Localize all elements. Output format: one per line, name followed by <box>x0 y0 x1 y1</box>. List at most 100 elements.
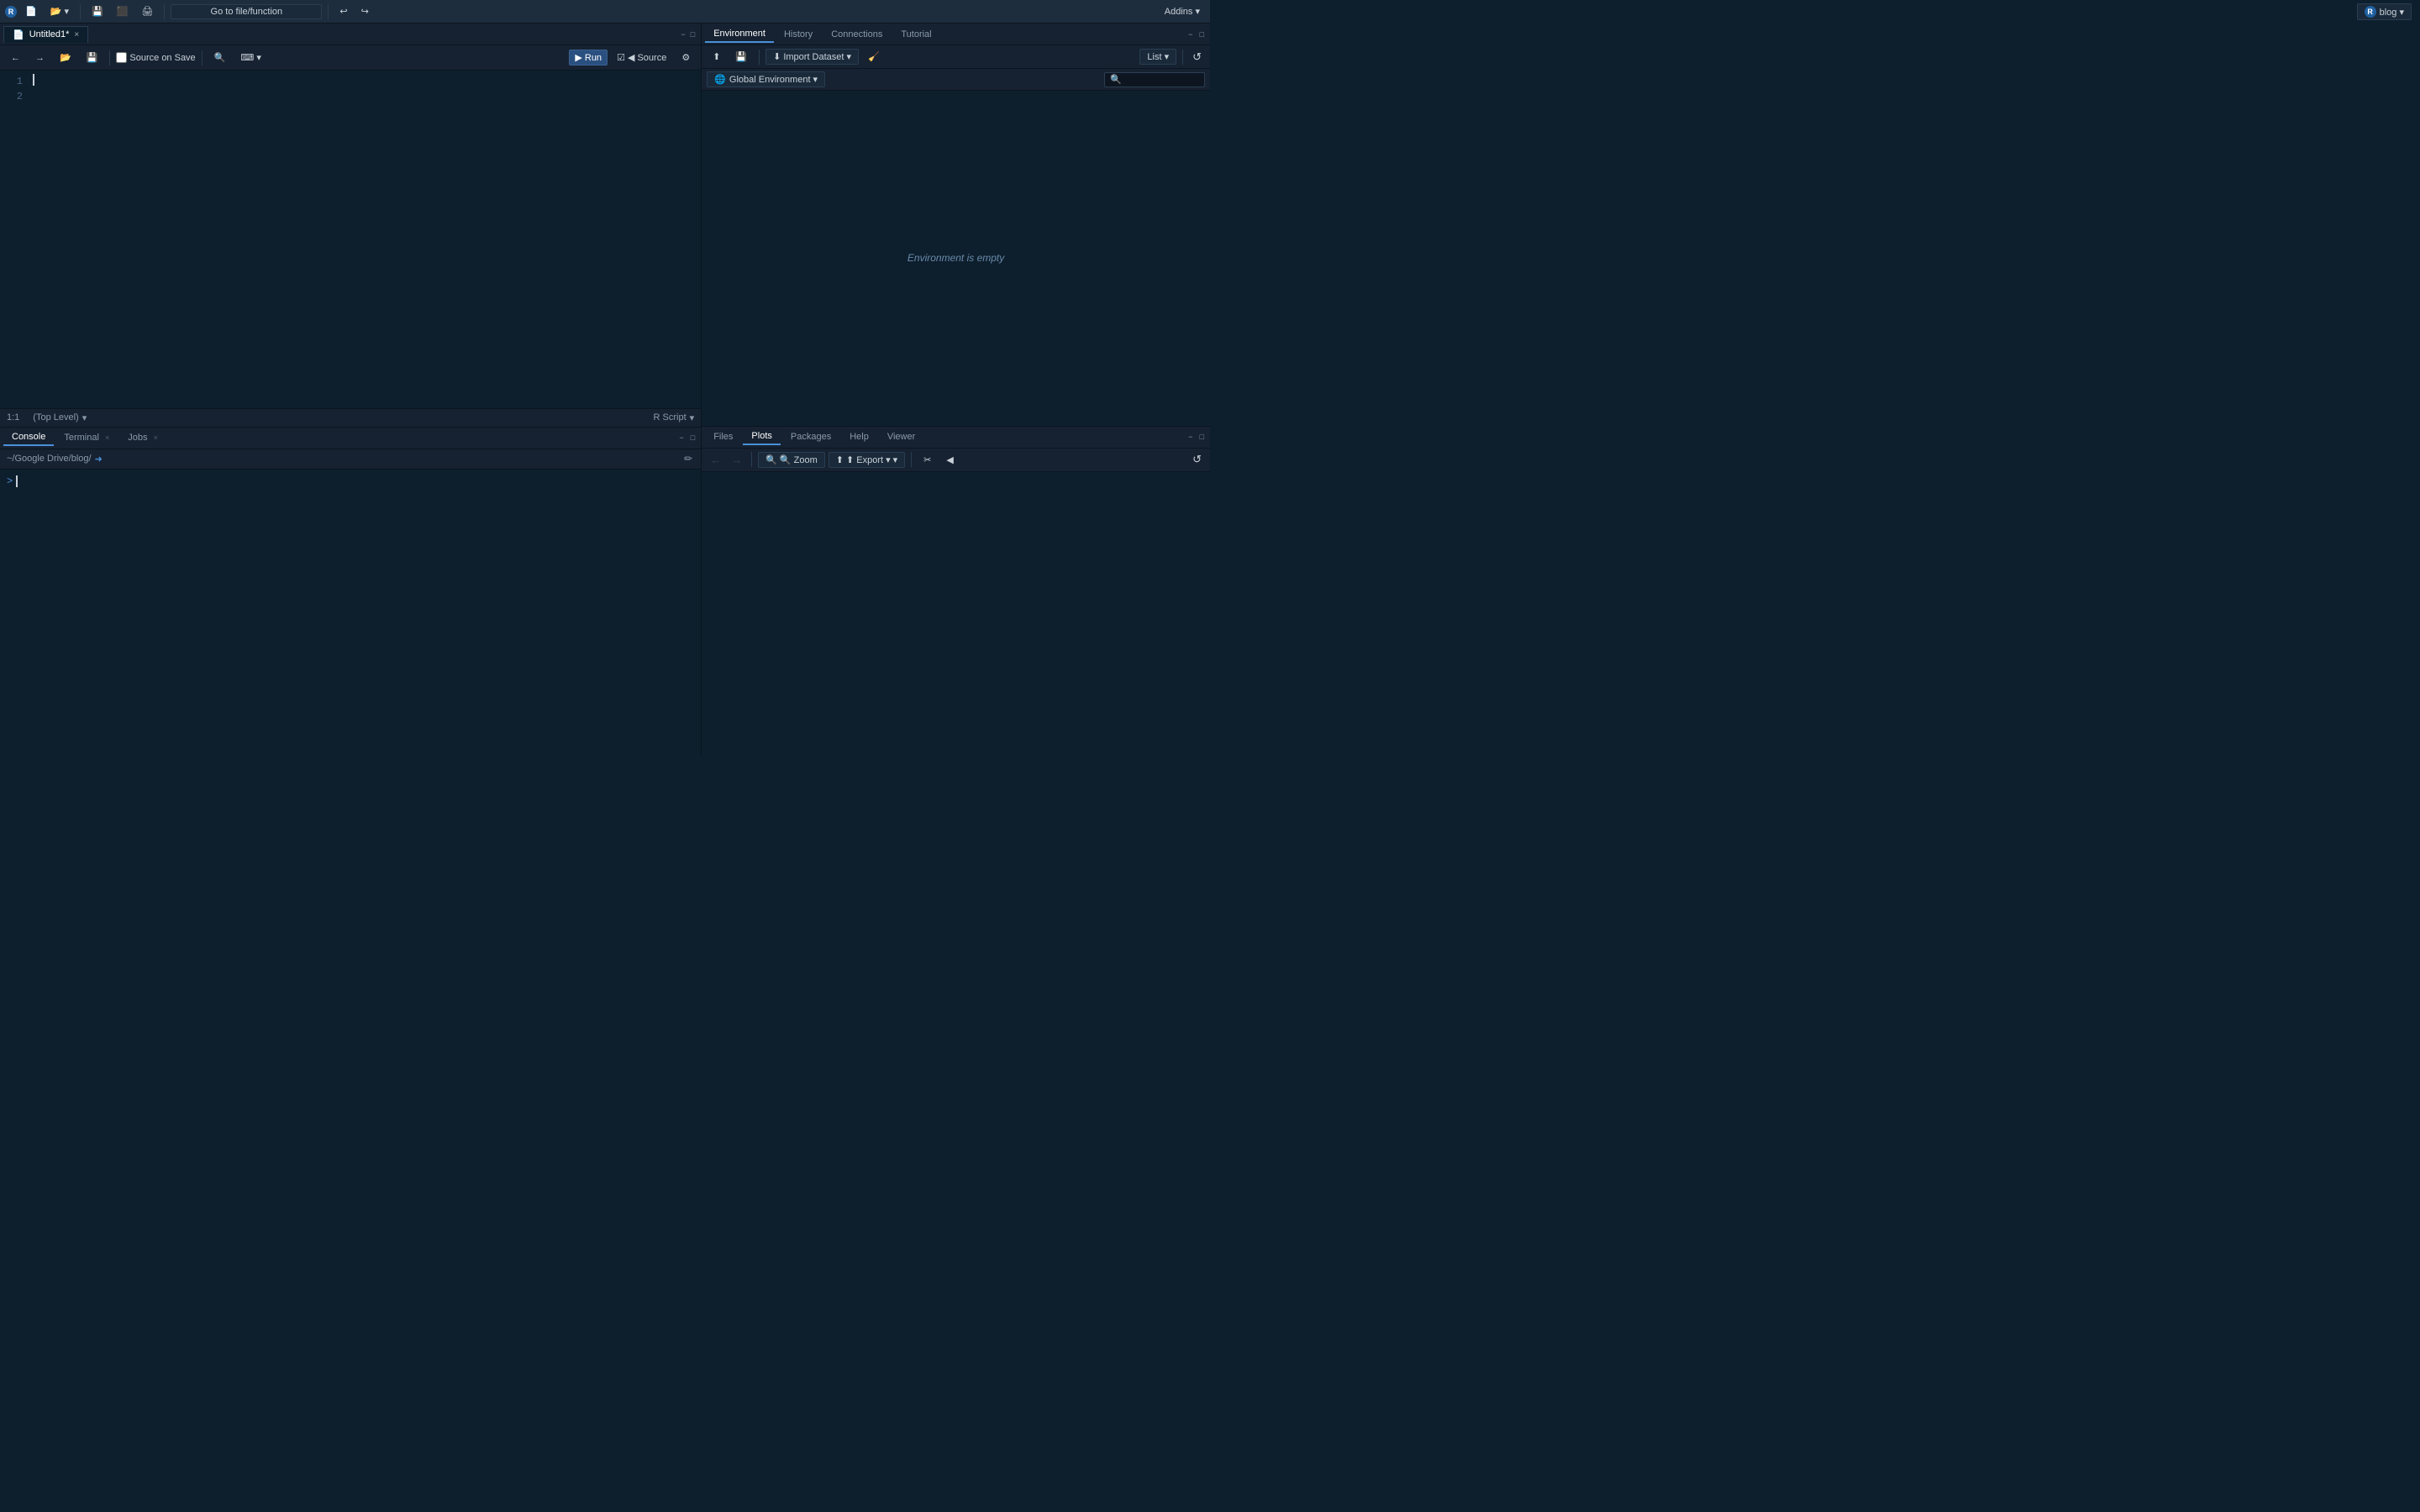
env-search-input[interactable] <box>1104 72 1205 87</box>
terminal-close[interactable]: × <box>105 433 109 442</box>
undo-btn[interactable]: ↩ <box>334 3 352 19</box>
files-tab[interactable]: Files <box>705 429 741 444</box>
env-maximize[interactable]: □ <box>1197 30 1207 39</box>
env-tab-bar: Environment History Connections Tutorial… <box>702 24 1210 45</box>
redo-btn[interactable]: ↪ <box>356 3 374 19</box>
terminal-tab[interactable]: Terminal × <box>55 430 118 445</box>
connections-tab[interactable]: Connections <box>823 27 891 42</box>
source-on-save-check[interactable] <box>116 52 127 63</box>
source-on-save-label: Source on Save <box>116 52 195 63</box>
scope-indicator[interactable]: (Top Level) ▾ <box>33 412 87 423</box>
main-layout: 📄 Untitled1* × − □ ← → 📂 💾 <box>0 24 1210 756</box>
zoom-icon: 🔍 <box>765 454 777 465</box>
run-btn[interactable]: ▶ Run <box>569 50 608 66</box>
editor-status-bar: 1:1 (Top Level) ▾ R Script ▾ <box>0 408 701 427</box>
editor-minimize[interactable]: − <box>678 30 687 39</box>
env-selector-btn[interactable]: 🌐 Global Environment ▾ <box>707 71 825 87</box>
history-tab[interactable]: History <box>776 27 821 42</box>
console-path: ~/Google Drive/blog/ ➜ <box>7 454 103 465</box>
editor-options-btn[interactable]: ⚙ <box>676 50 696 66</box>
save-btn[interactable]: 💾 <box>87 3 108 19</box>
list-view-btn[interactable]: List ▾ <box>1139 49 1176 65</box>
files-maximize[interactable]: □ <box>1197 433 1207 441</box>
env-minimize[interactable]: − <box>1186 30 1195 39</box>
line-numbers: 1 2 <box>0 71 29 408</box>
viewer-tab[interactable]: Viewer <box>879 429 923 444</box>
clear-plots-btn[interactable]: ◀ <box>940 452 959 468</box>
print-btn[interactable]: 🖨 <box>136 3 158 19</box>
tab-close-btn[interactable]: × <box>74 30 79 39</box>
console-tab[interactable]: Console <box>3 429 54 446</box>
load-workspace-btn[interactable]: ⬆ <box>707 49 726 65</box>
addins-btn[interactable]: Addins ▾ <box>1160 3 1205 19</box>
forward-btn[interactable]: → <box>29 50 50 66</box>
clear-workspace-btn[interactable]: 🧹 <box>862 49 886 65</box>
zoom-btn[interactable]: 🔍 🔍 Zoom <box>758 452 825 468</box>
tutorial-tab[interactable]: Tutorial <box>892 27 939 42</box>
code-editor[interactable] <box>29 71 701 408</box>
tab-file-icon: 📄 <box>13 29 24 40</box>
open-file-btn[interactable]: 📂 ▾ <box>45 3 74 19</box>
console-minimize[interactable]: − <box>676 433 686 442</box>
environment-tab[interactable]: Environment <box>705 26 774 43</box>
export-icon: ⬆ <box>836 454 844 465</box>
console-maximize[interactable]: □ <box>688 433 697 442</box>
back-btn[interactable]: ← <box>5 50 26 66</box>
code-tools-btn[interactable]: ⌨ ▾ <box>234 50 266 66</box>
env-selector-bar: 🌐 Global Environment ▾ <box>702 69 1210 91</box>
plots-body <box>702 472 1210 756</box>
import-dataset-btn[interactable]: ⬇ Import Dataset ▾ <box>765 49 859 65</box>
console-prompt-line: > <box>7 473 694 490</box>
editor-area: 1 2 <box>0 71 701 408</box>
help-tab[interactable]: Help <box>841 429 877 444</box>
env-refresh-btn[interactable]: ↺ <box>1189 49 1205 66</box>
plots-sep1 <box>751 452 752 467</box>
jobs-close[interactable]: × <box>154 433 158 442</box>
save-all-btn[interactable]: ⬛ <box>112 3 134 19</box>
save-workspace-btn[interactable]: 💾 <box>729 49 753 65</box>
save-file-btn[interactable]: 💾 <box>81 50 104 66</box>
editor-tab-bar: 📄 Untitled1* × − □ <box>0 24 701 45</box>
run-icon: ▶ <box>575 52 581 63</box>
console-body[interactable]: > <box>0 470 701 756</box>
editor-toolbar: ← → 📂 💾 Source on Save 🔍 ⌨ ▾ ▶ Run <box>0 45 701 71</box>
cursor <box>33 74 34 86</box>
plots-back-btn[interactable]: ← <box>707 452 724 468</box>
packages-tab[interactable]: Packages <box>782 429 839 444</box>
remove-plot-btn[interactable]: ✂ <box>918 452 937 468</box>
show-in-files-btn[interactable]: 📂 <box>54 50 77 66</box>
blog-badge[interactable]: R blog ▾ <box>2357 3 2412 20</box>
console-clear-btn[interactable]: ✏ <box>682 451 694 466</box>
cursor-position: 1:1 <box>7 412 19 423</box>
plots-refresh-btn[interactable]: ↺ <box>1189 451 1205 468</box>
jobs-tab[interactable]: Jobs × <box>119 430 166 445</box>
tab-label: Untitled1* <box>29 29 70 39</box>
env-empty-label: Environment is empty <box>908 252 1004 264</box>
source-checkbox: ☑ <box>617 52 625 63</box>
editor-maximize[interactable]: □ <box>688 30 697 39</box>
files-tab-bar: Files Plots Packages Help Viewer − □ <box>702 427 1210 449</box>
go-to-file-btn[interactable]: Go to file/function <box>171 4 322 19</box>
console-cursor <box>16 475 18 487</box>
sep2 <box>164 4 165 19</box>
env-sep1 <box>759 50 760 65</box>
r-logo: R <box>5 6 17 18</box>
script-type[interactable]: R Script ▾ <box>654 412 695 423</box>
files-minimize[interactable]: − <box>1186 433 1195 441</box>
console-toolbar: ~/Google Drive/blog/ ➜ ✏ <box>0 449 701 470</box>
editor-sep2 <box>202 50 203 66</box>
files-panel: Files Plots Packages Help Viewer − □ ← →… <box>702 427 1210 756</box>
search-btn[interactable]: 🔍 <box>208 50 232 66</box>
export-btn[interactable]: ⬆ ⬆ Export ▾ ▾ <box>829 452 905 468</box>
new-file-btn[interactable]: 📄 <box>20 3 42 19</box>
console-container: Console Terminal × Jobs × − □ ~/Google D… <box>0 427 701 756</box>
import-icon: ⬇ <box>773 51 781 62</box>
plots-forward-btn[interactable]: → <box>728 452 745 468</box>
blog-label: blog ▾ <box>2380 7 2404 18</box>
editor-tab-untitled1[interactable]: 📄 Untitled1* × <box>3 26 88 43</box>
source-btn[interactable]: ☑ ◀ Source <box>611 50 672 66</box>
env-body: Environment is empty <box>702 91 1210 426</box>
console-tab-bar: Console Terminal × Jobs × − □ <box>0 428 701 449</box>
plots-tab[interactable]: Plots <box>743 428 780 445</box>
plots-sep2 <box>911 452 912 467</box>
